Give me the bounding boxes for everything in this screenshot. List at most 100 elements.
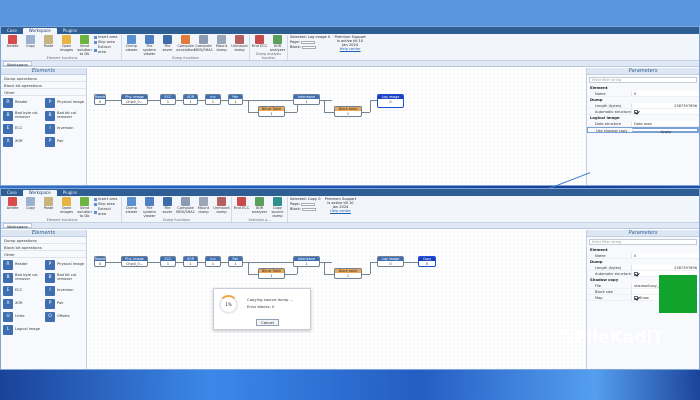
help-center-link[interactable]: Help center — [330, 209, 351, 213]
category-block-bit-operations[interactable]: Block bit operations — [1, 82, 86, 89]
param-use-shadow-copy[interactable]: Use shadow copy Apply — [587, 127, 699, 134]
delete-button[interactable]: Delete — [4, 197, 21, 218]
wire — [148, 100, 160, 101]
copy-icon — [26, 197, 35, 206]
node-pair[interactable]: Pair 1 — [228, 256, 243, 267]
element-ecc[interactable]: E ECC — [3, 286, 45, 296]
element-ecc[interactable]: E ECC — [3, 124, 45, 134]
node-physical-image[interactable]: Phy. image Chip0_0... — [121, 94, 148, 105]
block-selector[interactable]: Block: — [290, 45, 330, 50]
unmount-dump-button[interactable]: Unmount dump — [231, 35, 248, 56]
node-block-table[interactable]: Block table 1 — [334, 106, 362, 117]
compute-md5-button[interactable]: Compute MD5/SHA1 — [194, 35, 213, 56]
mount-dump-button[interactable]: Mount dump — [195, 197, 212, 218]
compute-md5-button[interactable]: Compute MD5/SHA1 — [176, 197, 195, 218]
element-physical-image[interactable]: P Physical image — [45, 260, 87, 270]
element-xor[interactable]: X XOR — [3, 299, 45, 309]
xor-analyzer-button[interactable]: XOR analyzer — [251, 197, 268, 218]
copy-source-dump-button[interactable]: Copy source dump — [269, 197, 286, 218]
element-pair[interactable]: P Pair — [45, 137, 87, 147]
auto-structure-checkbox[interactable] — [634, 271, 638, 276]
ribbon-group-analysis: Find ECC XOR analyzer Dump analysis func… — [250, 35, 288, 60]
graph-canvas[interactable]: Reader0 Phy. imageChip0_0... ECC1 XOR1 I… — [88, 68, 586, 185]
dump-viewer-button[interactable]: Dump viewer — [123, 197, 140, 218]
node-copy[interactable]: Copy 0 — [418, 256, 436, 267]
workspace-doc-tab[interactable]: Workspace — [3, 61, 32, 67]
copy-button[interactable]: Copy — [22, 35, 39, 56]
category-block-bit-operations[interactable]: Block bit operations — [1, 244, 86, 251]
send-solution-button[interactable]: Send solution to Db — [76, 35, 93, 56]
apply-button[interactable]: Apply — [632, 128, 698, 134]
block-selector[interactable]: Block: — [290, 207, 320, 212]
open-images-button[interactable]: Open images — [58, 35, 75, 56]
hash-icon — [181, 197, 190, 206]
node-bitrot-table[interactable]: Bitrot Table 1 — [258, 268, 285, 279]
file-saver-button[interactable]: File saver — [159, 35, 176, 56]
workspace-doc-tab[interactable]: Workspace — [3, 223, 32, 229]
extract-area-button[interactable]: Extract area — [94, 45, 120, 55]
node-reader[interactable]: Reader0 — [94, 256, 106, 267]
filter-input[interactable]: Enter filter string — [589, 239, 697, 245]
filter-input[interactable]: Enter filter string — [589, 77, 697, 83]
find-ecc-button[interactable]: Find ECC — [251, 35, 268, 53]
paste-button[interactable]: Paste — [40, 35, 57, 56]
category-other[interactable]: Other — [1, 89, 86, 96]
xor-analyzer-button[interactable]: XOR analyzer — [269, 35, 286, 53]
wire — [324, 112, 334, 113]
unmount-dump-button[interactable]: Unmount dump — [213, 197, 230, 218]
node-reader[interactable]: Reader0 — [94, 94, 106, 105]
fs-viewer-button[interactable]: File system viewer — [141, 197, 158, 218]
element-bad-bit[interactable]: B Bad bit col. remover — [45, 111, 87, 121]
node-interleave[interactable]: Interleave 1 — [293, 94, 320, 105]
send-solution-button[interactable]: Send solution to Db — [76, 197, 93, 218]
element-xor[interactable]: X XOR — [3, 137, 45, 147]
paste-button[interactable]: Paste — [40, 197, 57, 218]
node-bitrot-table[interactable]: Bitrot Table 1 — [258, 106, 285, 117]
element-physical-image[interactable]: P Physical image — [45, 98, 87, 108]
node-inversion[interactable]: Inv 1 — [205, 94, 221, 105]
node-ecc[interactable]: ECC 1 — [160, 256, 176, 267]
open-images-button[interactable]: Open images — [58, 197, 75, 218]
element-bad-bit[interactable]: B Bad bit col. remover — [45, 273, 87, 283]
node-xor[interactable]: XOR 1 — [183, 256, 198, 267]
node-block-table[interactable]: Block table 1 — [334, 268, 362, 279]
node-log-image[interactable]: Log image 0 — [377, 256, 404, 267]
dump-viewer-button[interactable]: Dump viewer — [123, 35, 140, 56]
element-unite[interactable]: U Unite — [3, 312, 45, 322]
node-physical-image[interactable]: Phy. image Chip0_0... — [121, 256, 148, 267]
mount-dump-button[interactable]: Mount dump — [213, 35, 230, 56]
element-reader[interactable]: R Reader — [3, 98, 45, 108]
graph-canvas[interactable]: Reader0 Phy. imageChip0_0... ECC1 XOR1 I… — [88, 230, 586, 369]
file-saver-button[interactable]: File saver — [159, 197, 176, 218]
category-dump-operations[interactable]: Dump operations — [1, 75, 86, 82]
node-inversion[interactable]: Inv 1 — [205, 256, 221, 267]
inversion-icon: I — [45, 286, 55, 296]
node-interleave[interactable]: Interleave 1 — [293, 256, 320, 267]
fs-viewer-button[interactable]: File system viewer — [141, 35, 158, 56]
auto-structure-checkbox[interactable] — [634, 109, 638, 114]
node-xor[interactable]: XOR 1 — [183, 94, 198, 105]
node-ecc[interactable]: ECC 1 — [160, 94, 176, 105]
wire — [370, 262, 377, 263]
delete-button[interactable]: Delete — [4, 35, 21, 56]
element-reader[interactable]: R Reader — [3, 260, 45, 270]
copy-button[interactable]: Copy — [22, 197, 39, 218]
cancel-button[interactable]: Cancel — [256, 319, 279, 326]
node-log-image[interactable]: Log image 0 — [377, 94, 404, 108]
compute-accel-button[interactable]: Compute accelation — [176, 35, 195, 56]
show-map-checkbox[interactable] — [634, 295, 638, 300]
help-center-link[interactable]: Help center — [340, 47, 361, 51]
element-pair[interactable]: P Pair — [45, 299, 87, 309]
find-ecc-button[interactable]: Find ECC — [233, 197, 250, 218]
category-dump-operations[interactable]: Dump operations — [1, 237, 86, 244]
element-logical-image[interactable]: L Logical image — [3, 325, 45, 335]
element-bad-byte[interactable]: B Bad byte col. remover — [3, 111, 45, 121]
element-bad-byte[interactable]: B Bad byte col. remover — [3, 273, 45, 283]
element-inversion[interactable]: I Inversion — [45, 124, 87, 134]
category-other[interactable]: Other — [1, 251, 86, 258]
extract-area-button[interactable]: Extract area — [94, 207, 120, 217]
node-pair[interactable]: Pair 1 — [228, 94, 243, 105]
element-inversion[interactable]: I Inversion — [45, 286, 87, 296]
watermark-icon: ◯ — [555, 329, 572, 347]
element-offsets[interactable]: O Offsets — [45, 312, 87, 322]
